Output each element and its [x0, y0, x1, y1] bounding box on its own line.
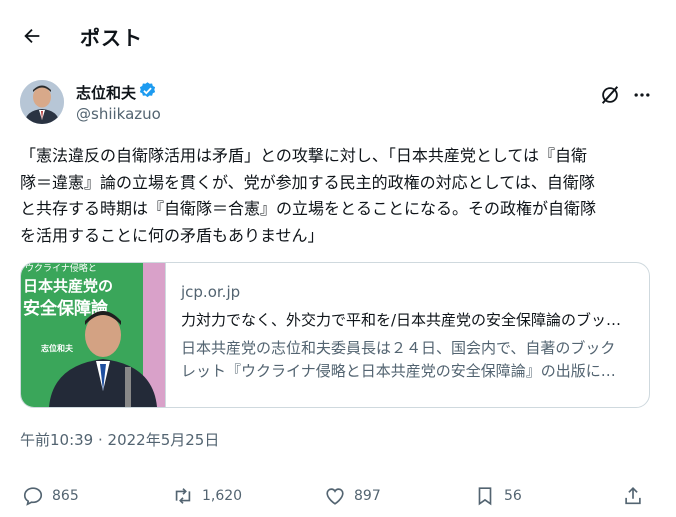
- like-count: 897: [354, 488, 381, 504]
- card-image: ウクライナ侵略と 日本共産党の 安全保障論 志位和夫: [21, 263, 166, 407]
- cover-subtitle: ウクライナ侵略と: [25, 264, 97, 274]
- verified-badge-icon: [139, 82, 156, 98]
- display-name[interactable]: 志位和夫: [76, 82, 136, 103]
- more-button[interactable]: [631, 84, 653, 106]
- back-arrow-icon: [24, 28, 40, 44]
- share-icon: [625, 487, 641, 505]
- card-description: 日本共産党の志位和夫委員長は２４日、国会内で、自著のブック レット『ウクライナ侵…: [181, 339, 616, 380]
- avatar-image: [20, 80, 64, 124]
- reply-button[interactable]: 865: [22, 482, 79, 510]
- like-icon: [326, 488, 344, 505]
- card-body: jcp.or.jp 力対力でなく、外交力で平和を/日本共産党の安全保障論のブッ……: [181, 283, 641, 383]
- card-domain: jcp.or.jp: [181, 283, 241, 301]
- link-card[interactable]: ウクライナ侵略と 日本共産党の 安全保障論 志位和夫 jcp.or.jp 力対力…: [20, 262, 650, 408]
- tweet-text: 「憲法違反の自衛隊活用は矛盾」との攻撃に対し、「日本共産党としては『自衛 隊＝違…: [20, 146, 597, 245]
- more-icon: [634, 93, 650, 97]
- cover-title-line1: 日本共産党の: [23, 277, 114, 295]
- repost-button[interactable]: 1,620: [172, 482, 242, 510]
- page-title: ポスト: [80, 26, 143, 50]
- reply-count: 865: [52, 488, 79, 504]
- bookmark-icon: [478, 487, 492, 506]
- repost-count: 1,620: [202, 488, 243, 504]
- share-button[interactable]: [622, 482, 644, 510]
- post-header: ポスト: [0, 0, 676, 70]
- bookmark-count: 56: [504, 488, 522, 504]
- bookmark-button[interactable]: 56: [474, 482, 522, 510]
- card-title: 力対力でなく、外交力で平和を/日本共産党の安全保障論のブッ…: [181, 311, 622, 329]
- user-handle[interactable]: @shiikazuo: [76, 105, 161, 123]
- author-row: 志位和夫 @shiikazuo: [20, 80, 660, 130]
- grok-icon: [601, 86, 619, 104]
- reply-icon: [23, 487, 43, 506]
- grok-button[interactable]: [599, 84, 621, 106]
- post-timestamp[interactable]: 午前10:39 · 2022年5月25日: [20, 429, 219, 450]
- repost-icon: [175, 488, 191, 504]
- like-button[interactable]: 897: [324, 482, 381, 510]
- back-button[interactable]: [18, 22, 46, 50]
- speaker-photo: [49, 311, 157, 407]
- action-bar: 865 1,620 897 56: [0, 482, 676, 512]
- avatar[interactable]: [20, 80, 64, 124]
